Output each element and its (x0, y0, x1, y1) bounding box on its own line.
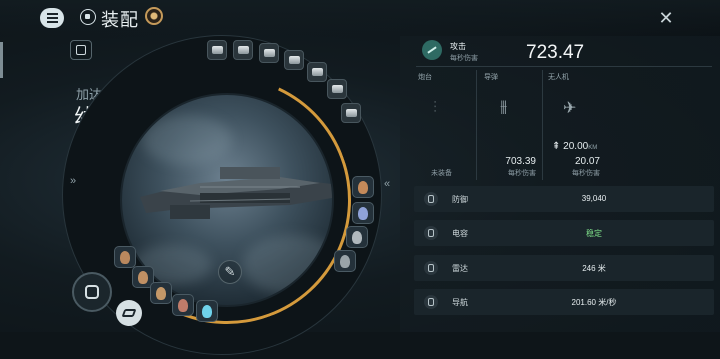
drone-range-unit: KM (588, 145, 598, 151)
missile-icon: ⫵ (500, 98, 508, 115)
stat-label: 导航 (452, 298, 468, 307)
stat-label: 电容 (452, 229, 468, 238)
mid-slot-3[interactable] (346, 226, 368, 248)
isk-icon[interactable] (145, 7, 163, 25)
notes-button[interactable] (70, 40, 92, 60)
low-slot-3[interactable] (150, 282, 172, 304)
high-slot-5[interactable] (307, 62, 327, 82)
high-slot-3[interactable] (259, 43, 279, 63)
missile-label: 导弹 (484, 74, 498, 81)
divider (416, 66, 712, 67)
menu-button[interactable] (40, 8, 64, 28)
drone-label: 无人机 (548, 74, 569, 81)
drone-range-icon: ⇞ (552, 141, 564, 152)
stat-label: 防御 (452, 195, 468, 204)
drone-icon: ✈ (563, 100, 577, 117)
capacitor-icon (424, 226, 438, 240)
ship-model (140, 167, 332, 219)
camera-reset-button[interactable] (72, 272, 112, 312)
high-slot-7[interactable] (341, 103, 361, 123)
turret-icon: ⫶ (433, 100, 438, 117)
high-slot-6[interactable] (327, 79, 347, 99)
menu-icon (46, 12, 58, 24)
stat-value: 稳定 (586, 229, 602, 238)
mid-slot-2[interactable] (352, 202, 374, 224)
left-edge-tab[interactable] (0, 42, 3, 78)
stat-value: 39,040 (581, 194, 607, 203)
drone-dps-sub: 每秒伤害 (572, 170, 600, 177)
page-title: 装配 (101, 10, 139, 30)
high-slot-1[interactable] (207, 40, 227, 60)
missile-dps: 703.39 (505, 156, 536, 167)
drone-dps: 20.07 (574, 156, 600, 167)
stat-value: 246 米 (582, 264, 606, 273)
attack-sub: 每秒伤害 (450, 55, 478, 62)
close-icon[interactable]: ✕ (656, 8, 676, 28)
turret-status: 未装备 (431, 170, 452, 177)
drone-range-value: 20.00 (563, 141, 589, 152)
mid-slot-1[interactable] (352, 176, 374, 198)
stat-row-defense[interactable]: 防御 39,040 (414, 186, 714, 212)
turret-label: 炮台 (418, 74, 432, 81)
chevron-right-icon[interactable]: « (384, 178, 390, 190)
chevron-left-icon[interactable]: » (70, 175, 76, 187)
stat-row-capacitor[interactable]: 电容 稳定 (414, 220, 714, 246)
drone-range: ⇞ 20.00KM (552, 141, 597, 152)
low-slot-1[interactable] (114, 246, 136, 268)
missile-dps-sub: 每秒伤害 (508, 170, 536, 177)
stat-row-navigation[interactable]: 导航 201.60 米/秒 (414, 289, 714, 315)
share-button[interactable] (116, 300, 142, 326)
attack-value: 723.47 (526, 42, 585, 63)
attack-label: 攻击 (450, 42, 466, 51)
high-slot-2[interactable] (233, 40, 253, 60)
rig-slot-1[interactable] (196, 300, 218, 322)
mid-slot-4[interactable] (334, 250, 356, 272)
stat-value: 201.60 米/秒 (571, 298, 617, 307)
high-slot-4[interactable] (284, 50, 304, 70)
wrench-icon[interactable]: ✎ (218, 260, 242, 284)
shield-icon (424, 192, 438, 206)
attack-icon (422, 40, 442, 60)
stat-row-radar[interactable]: 雷达 246 米 (414, 255, 714, 281)
low-slot-4[interactable] (172, 294, 194, 316)
fitting-icon (80, 9, 96, 25)
stat-label: 雷达 (452, 264, 468, 273)
radar-icon (424, 261, 438, 275)
navigation-icon (424, 295, 438, 309)
